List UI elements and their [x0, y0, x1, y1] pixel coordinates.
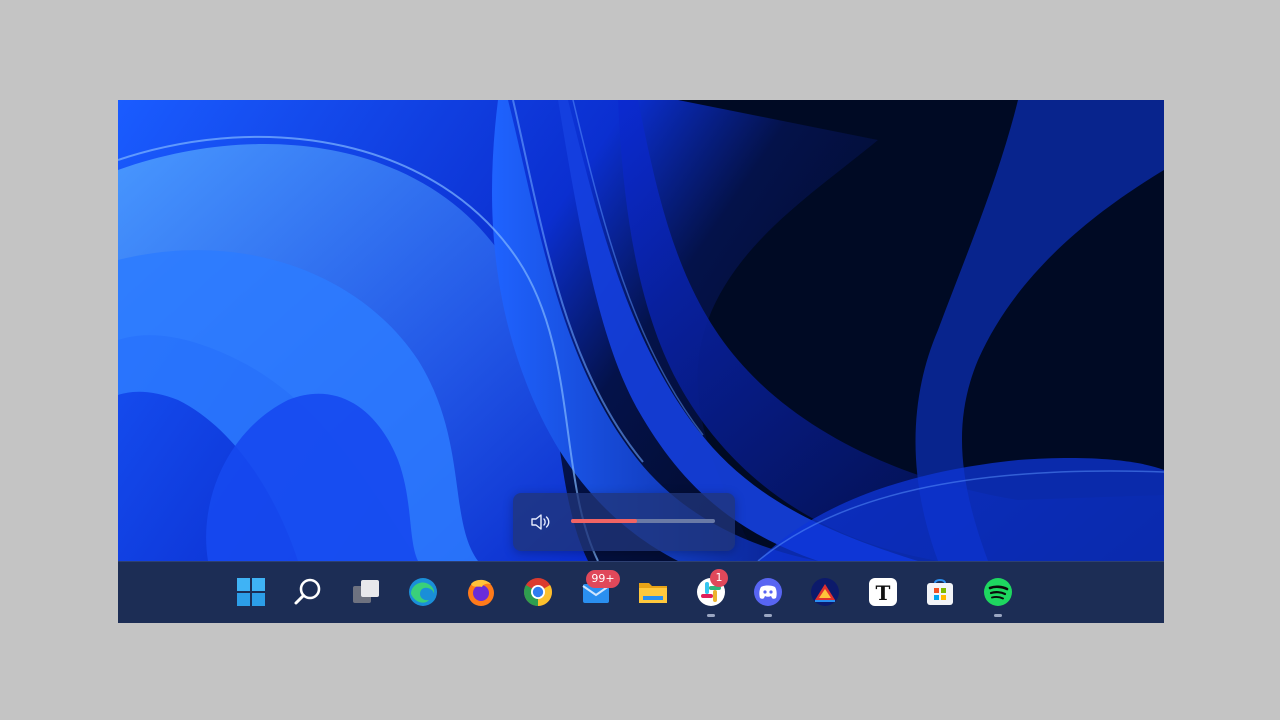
- svg-text:T: T: [876, 581, 891, 605]
- edge-icon: [409, 578, 437, 606]
- running-indicator: [707, 614, 715, 617]
- desktop-screen: 99+ 1 T: [118, 100, 1164, 623]
- typora-icon: T: [869, 578, 897, 606]
- edge-button[interactable]: [405, 574, 441, 610]
- volume-flyout: [513, 493, 735, 551]
- running-indicator: [764, 614, 772, 617]
- discord-button[interactable]: [750, 574, 786, 617]
- volume-slider-fill: [571, 519, 638, 523]
- spotify-button[interactable]: [980, 574, 1016, 617]
- firefox-icon: [468, 579, 494, 606]
- start-button[interactable]: [233, 574, 269, 610]
- firefox-button[interactable]: [463, 574, 499, 610]
- typora-button[interactable]: T: [865, 574, 901, 610]
- chrome-icon: [524, 578, 552, 606]
- folder-icon: [639, 583, 667, 603]
- tent-app-button[interactable]: [807, 574, 843, 610]
- task-view-button[interactable]: [348, 574, 384, 610]
- windows-logo-icon: [237, 578, 265, 606]
- tent-app-icon: [811, 578, 839, 606]
- search-button[interactable]: [290, 574, 326, 610]
- slack-notification-badge: 1: [710, 569, 728, 587]
- mail-button[interactable]: 99+: [578, 570, 620, 610]
- speaker-icon[interactable]: [530, 513, 552, 531]
- volume-slider[interactable]: [571, 519, 715, 523]
- taskbar: 99+ 1 T: [118, 561, 1164, 623]
- slack-button[interactable]: 1: [693, 569, 729, 617]
- store-icon: [927, 579, 953, 605]
- file-explorer-button[interactable]: [635, 574, 671, 610]
- search-icon: [294, 578, 321, 605]
- mail-notification-badge: 99+: [586, 570, 620, 588]
- discord-icon: [754, 578, 782, 606]
- running-indicator: [994, 614, 1002, 617]
- spotify-icon: [984, 578, 1012, 606]
- task-view-icon: [353, 580, 379, 603]
- wallpaper: [118, 100, 1164, 561]
- chrome-button[interactable]: [520, 574, 556, 610]
- microsoft-store-button[interactable]: [922, 574, 958, 610]
